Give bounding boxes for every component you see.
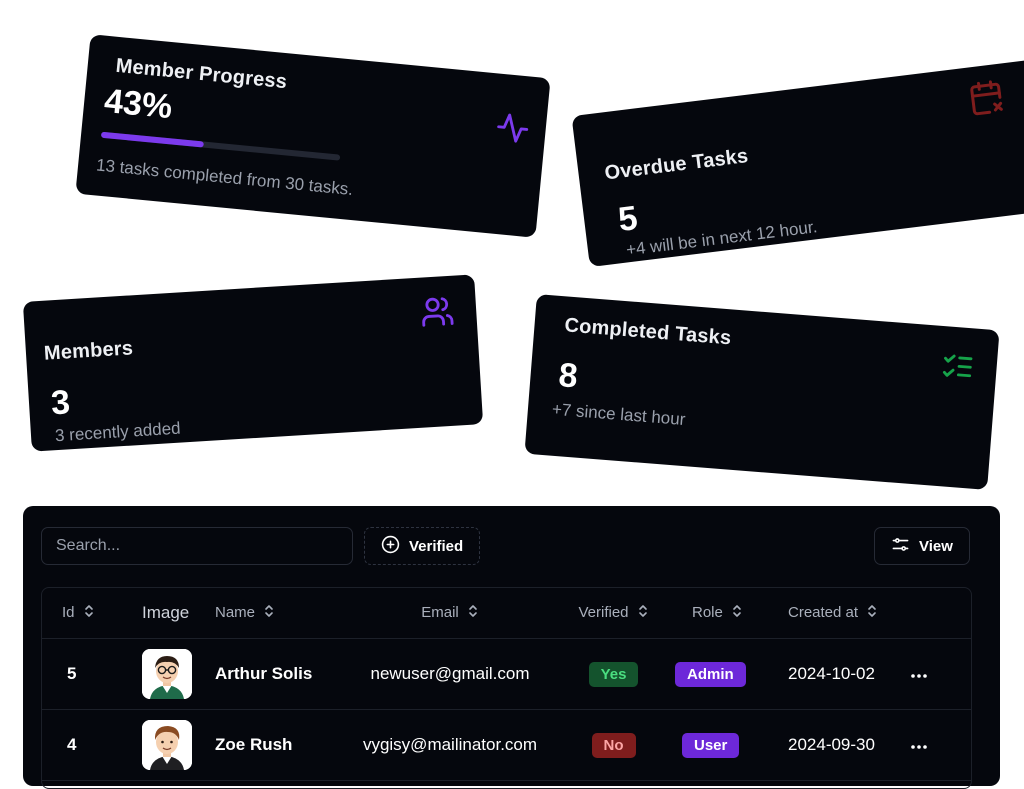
card-title: Overdue Tasks <box>603 145 750 185</box>
card-subtitle: +7 since last hour <box>551 399 687 430</box>
avatar <box>142 720 192 770</box>
role-badge: Admin <box>675 661 746 687</box>
card-subtitle: 3 recently added <box>54 418 182 446</box>
card-value: 5 <box>616 199 640 240</box>
cell-actions <box>910 709 971 781</box>
sort-icon <box>263 604 275 622</box>
column-header-label: Created at <box>788 603 859 621</box>
cell-actions <box>910 638 971 710</box>
status-badge: Yes <box>588 661 639 687</box>
sort-icon <box>83 604 95 622</box>
cell-email: newuser@gmail.com <box>347 638 553 710</box>
cell-verified: Yes <box>553 638 674 710</box>
cell-verified: No <box>553 709 674 781</box>
cell-role: Admin <box>674 638 770 710</box>
cell-role: User <box>674 709 770 781</box>
cell-id: 5 <box>42 638 142 710</box>
member-progress-card: Member Progress 43% 13 tasks completed f… <box>75 34 551 238</box>
calendar-x-icon <box>966 77 1007 122</box>
column-header-label: Name <box>215 603 256 621</box>
column-header-role[interactable]: Role <box>674 588 770 639</box>
card-subtitle: +4 will be in next 12 hour. <box>625 217 819 260</box>
more-actions-icon[interactable] <box>910 664 928 684</box>
users-table-panel: Verified View Id Image Name Email Verifi… <box>23 506 1000 789</box>
cell-image <box>142 638 215 710</box>
completed-tasks-card: Completed Tasks 8 +7 since last hour <box>524 294 1000 490</box>
column-header-id[interactable]: Id <box>42 588 142 639</box>
column-header-label: Verified <box>578 603 629 621</box>
column-header-label: Email <box>421 603 459 621</box>
search-input[interactable] <box>41 527 353 565</box>
column-header-image: Image <box>142 588 215 639</box>
view-options-label: View <box>919 537 953 555</box>
users-icon <box>419 294 455 335</box>
column-header-label: Id <box>62 603 75 621</box>
column-header-actions <box>910 588 971 639</box>
sort-icon <box>637 604 649 622</box>
cell-name: Zoe Rush <box>215 709 347 781</box>
card-value: 3 <box>49 383 72 423</box>
cell-email: vygisy@mailinator.com <box>347 709 553 781</box>
activity-icon <box>494 110 532 152</box>
table-row[interactable]: 4 Zoe Rush vygisy@mailinator.com No User… <box>42 709 971 781</box>
table-header-row: Id Image Name Email Verified Role Create… <box>42 588 971 639</box>
card-title: Members <box>43 337 134 365</box>
progress-bar-fill <box>100 131 205 148</box>
column-header-label: Image <box>142 603 190 622</box>
table-row[interactable]: 5 Arthur Solis newuser@gmail.com Yes Adm… <box>42 638 971 710</box>
sort-icon <box>866 604 878 622</box>
column-header-verified[interactable]: Verified <box>553 588 674 639</box>
card-title: Completed Tasks <box>563 314 733 350</box>
plus-circle-icon <box>381 535 400 558</box>
sliders-icon <box>891 535 910 558</box>
cell-name: Arthur Solis <box>215 638 347 710</box>
card-value: 8 <box>557 356 580 396</box>
members-card: Members 3 3 recently added <box>22 274 484 452</box>
role-badge: User <box>682 732 740 758</box>
overdue-tasks-card: Overdue Tasks 5 +4 will be in next 12 ho… <box>571 58 1024 268</box>
column-header-name[interactable]: Name <box>215 588 347 639</box>
view-options-button[interactable]: View <box>874 527 970 565</box>
progress-bar <box>100 131 341 161</box>
more-actions-icon[interactable] <box>910 735 928 755</box>
verified-filter-button[interactable]: Verified <box>364 527 481 565</box>
verified-filter-label: Verified <box>409 537 464 555</box>
sort-icon <box>467 604 479 622</box>
cell-created: 2024-10-02 <box>770 638 910 710</box>
sort-icon <box>731 604 743 622</box>
status-badge: No <box>591 732 636 758</box>
users-table: Id Image Name Email Verified Role Create… <box>41 587 972 789</box>
column-header-created[interactable]: Created at <box>770 588 910 639</box>
column-header-label: Role <box>692 603 723 621</box>
card-value: 43% <box>102 81 174 127</box>
cell-id: 4 <box>42 709 142 781</box>
list-checks-icon <box>939 348 976 390</box>
cell-created: 2024-09-30 <box>770 709 910 781</box>
avatar <box>142 649 192 699</box>
column-header-email[interactable]: Email <box>347 588 553 639</box>
card-subtitle: 13 tasks completed from 30 tasks. <box>95 155 354 200</box>
cell-image <box>142 709 215 781</box>
